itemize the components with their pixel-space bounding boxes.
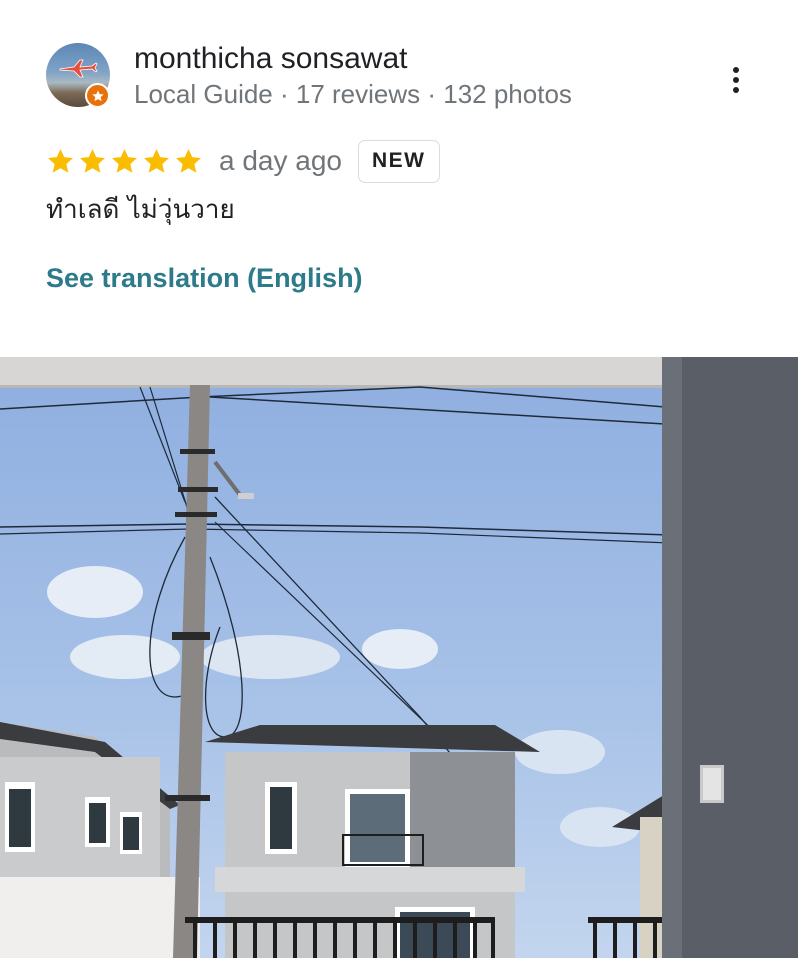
review-text: ทำเลดี ไม่วุ่นวาย [46,195,235,225]
more-vert-icon-dot [733,87,739,93]
star-icon [144,148,169,173]
airplane-icon [59,59,98,78]
star-icon [48,148,73,173]
star-rating [46,147,203,176]
review-photo-image [0,357,798,958]
more-options-button[interactable] [718,60,754,100]
author-meta: Local Guide · 17 reviews · 132 photos [134,79,572,109]
see-translation-link[interactable]: See translation (English) [46,261,363,295]
review-photo[interactable] [0,357,798,958]
star-icon [176,148,201,173]
more-vert-icon [733,67,739,73]
review-date: a day ago [219,145,342,176]
star-icon [112,148,137,173]
author-avatar[interactable] [46,43,110,108]
author-name[interactable]: monthicha sonsawat [134,41,408,77]
new-badge: NEW [358,139,440,183]
local-guide-badge [85,83,110,108]
local-guide-star-icon [91,89,104,101]
star-icon [80,148,105,173]
more-vert-icon-dot [733,77,739,83]
rating-row: a day ago NEW [46,139,440,183]
